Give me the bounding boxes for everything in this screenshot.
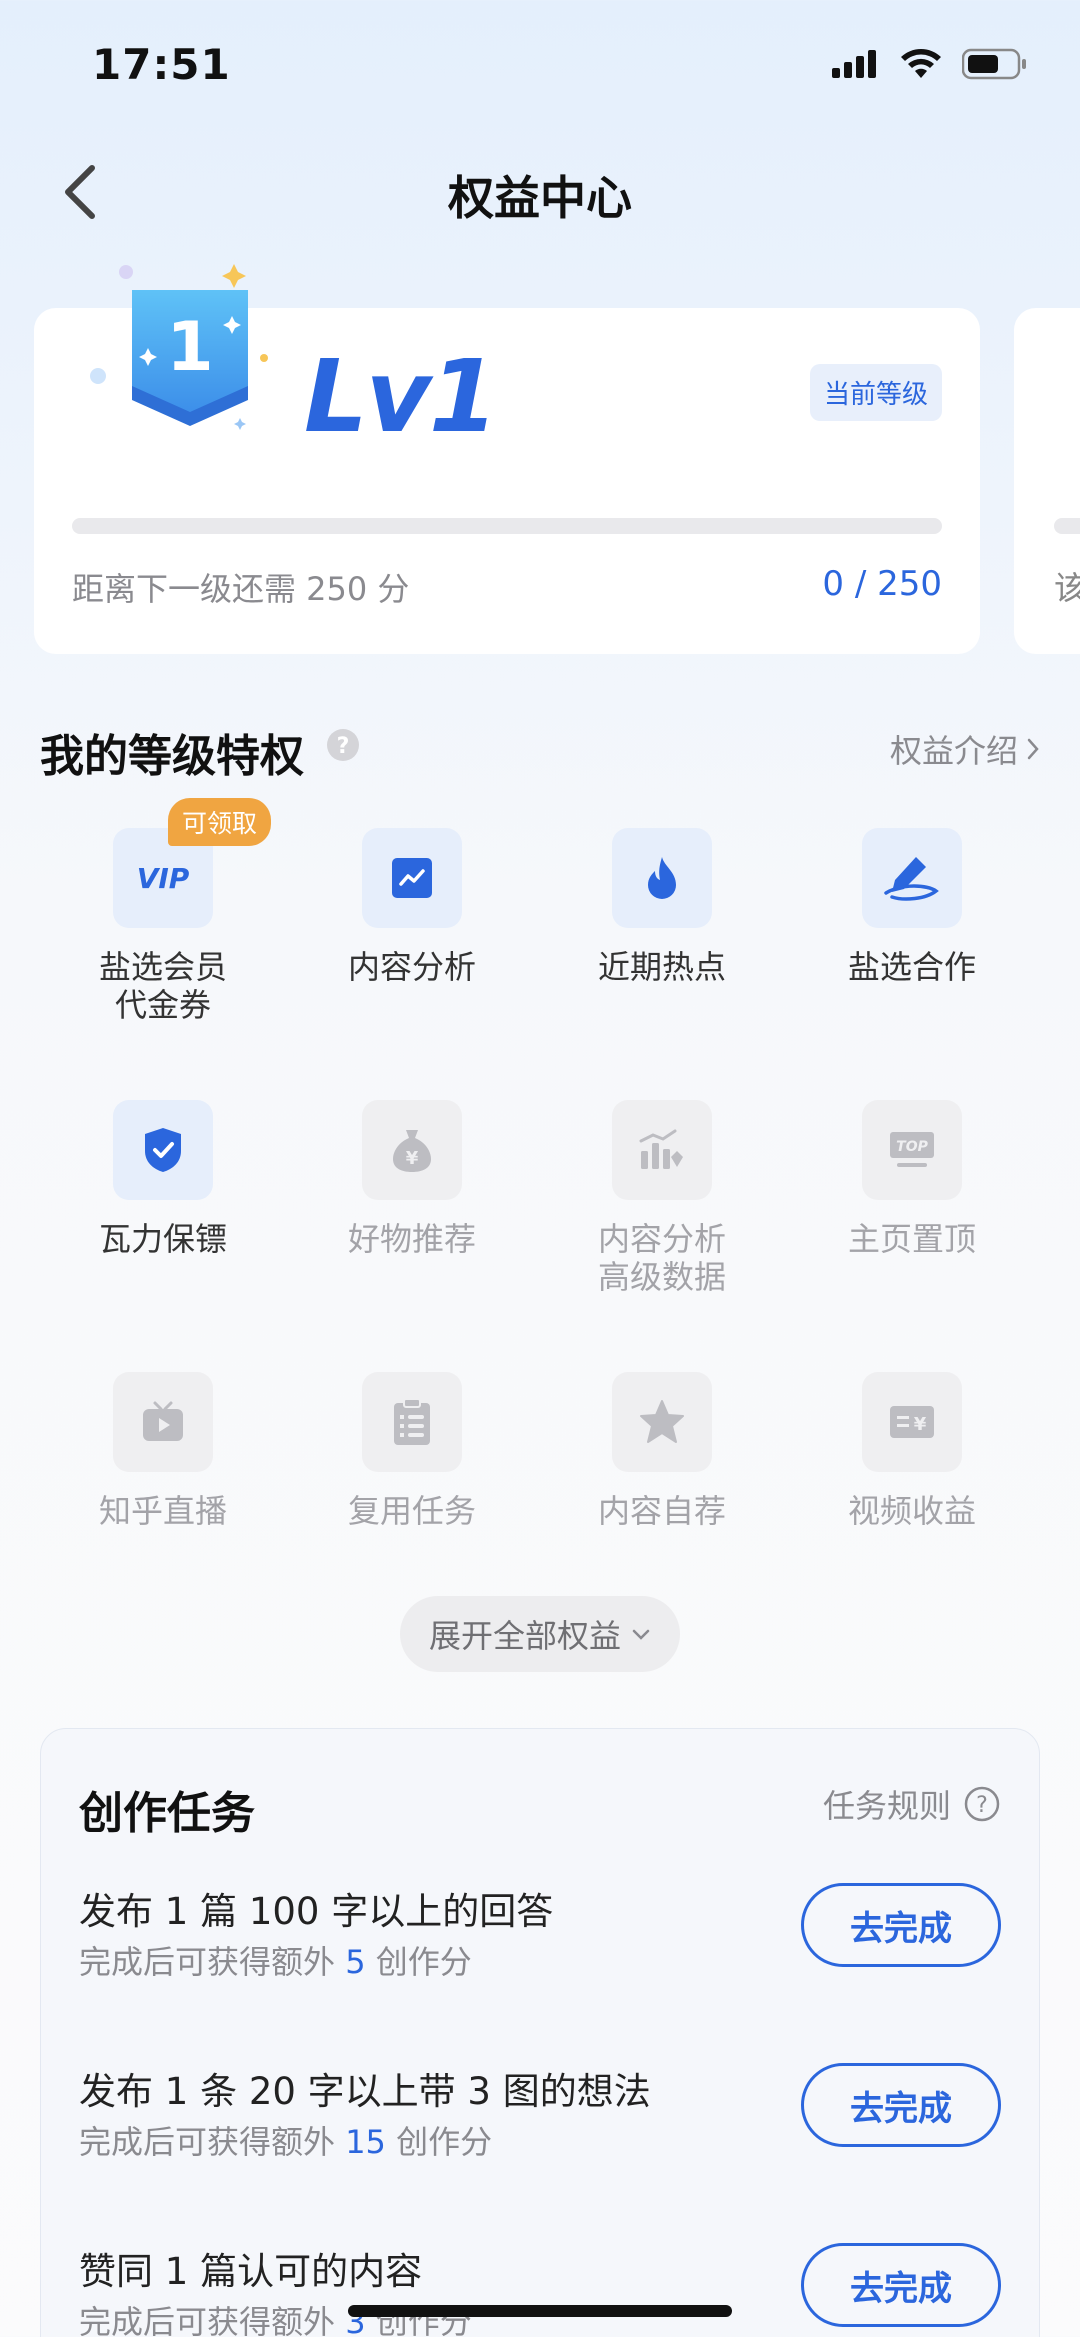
nav-bar: 权益中心 bbox=[0, 140, 1080, 240]
privilege-label: 盐选合作 bbox=[847, 948, 976, 986]
clipboard-icon bbox=[362, 1372, 462, 1472]
task-reward: 完成后可获得额外 3 创作分 bbox=[79, 2297, 472, 2337]
next-level-hint: 该 bbox=[1054, 569, 1080, 607]
privilege-label: 视频收益 bbox=[847, 1492, 976, 1530]
privilege-flame[interactable]: 近期热点 bbox=[537, 828, 787, 986]
go-complete-button[interactable]: 去完成 bbox=[801, 1883, 1001, 1967]
privilege-advanced-chart[interactable]: 内容分析 高级数据 bbox=[537, 1100, 787, 1296]
task-rules-link[interactable]: 任务规则 ? bbox=[823, 1781, 1001, 1827]
privilege-label: 好物推荐 bbox=[347, 1220, 476, 1258]
go-complete-button[interactable]: 去完成 bbox=[801, 2063, 1001, 2147]
progress-value: 0 / 250 bbox=[822, 564, 942, 604]
level-text: Lv1 bbox=[304, 338, 498, 455]
privilege-label: 盐选会员 代金券 bbox=[98, 948, 227, 1024]
privilege-label: 知乎直播 bbox=[98, 1492, 227, 1530]
next-level-card[interactable]: 该 bbox=[1014, 308, 1080, 654]
status-time: 17:51 bbox=[92, 40, 231, 89]
privileges-header: 我的等级特权 ? 权益介绍 bbox=[40, 712, 1040, 782]
star-icon bbox=[612, 1372, 712, 1472]
chevron-right-icon bbox=[1027, 738, 1039, 760]
privilege-label: 复用任务 bbox=[347, 1492, 476, 1530]
task-reward-prefix: 完成后可获得额外 bbox=[79, 2123, 346, 2161]
privilege-label: 主页置顶 bbox=[847, 1220, 976, 1258]
pen-icon bbox=[862, 828, 962, 928]
advanced-chart-icon bbox=[612, 1100, 712, 1200]
task-row: 赞同 1 篇认可的内容 完成后可获得额外 3 创作分 去完成 bbox=[79, 2241, 1001, 2337]
wifi-icon bbox=[900, 48, 942, 84]
task-reward-points: 5 bbox=[345, 1943, 366, 1981]
level-badge-icon: 1 bbox=[84, 258, 304, 468]
svg-text:VIP: VIP bbox=[137, 862, 190, 895]
privilege-label: 内容分析 bbox=[347, 948, 476, 986]
task-name: 发布 1 条 20 字以上带 3 图的想法 bbox=[79, 2070, 651, 2113]
yuan-card-icon: ¥ bbox=[862, 1372, 962, 1472]
claimable-badge: 可领取 bbox=[168, 798, 272, 846]
home-indicator bbox=[348, 2305, 732, 2317]
task-rules-label: 任务规则 bbox=[822, 1787, 951, 1825]
level-progress-bar bbox=[72, 518, 942, 534]
task-reward: 完成后可获得额外 5 创作分 bbox=[79, 1937, 472, 1983]
privilege-chart[interactable]: 内容分析 bbox=[287, 828, 537, 986]
svg-text:¥: ¥ bbox=[914, 1414, 927, 1435]
task-reward-suffix: 创作分 bbox=[385, 2123, 493, 2161]
privilege-label: 内容自荐 bbox=[597, 1492, 726, 1530]
task-reward-prefix: 完成后可获得额外 bbox=[79, 1943, 346, 1981]
task-reward-points: 15 bbox=[345, 2123, 386, 2161]
battery-icon bbox=[961, 48, 1028, 84]
privilege-vip[interactable]: VIP 盐选会员 代金券 可领取 bbox=[38, 798, 288, 1024]
privilege-clipboard[interactable]: 复用任务 bbox=[287, 1372, 537, 1530]
next-level-progress-bar bbox=[1054, 518, 1080, 534]
tasks-title: 创作任务 bbox=[79, 1788, 255, 1839]
privileges-intro-link[interactable]: 权益介绍 bbox=[890, 726, 1040, 772]
privilege-money-bag[interactable]: ¥ 好物推荐 bbox=[287, 1100, 537, 1258]
tv-icon bbox=[113, 1372, 213, 1472]
next-level-hint: 距离下一级还需 250 分 bbox=[72, 570, 410, 608]
chart-icon bbox=[362, 828, 462, 928]
creation-tasks-card: 创作任务 任务规则 ? 发布 1 篇 100 字以上的回答 完成后可获得额外 5 … bbox=[40, 1728, 1040, 2337]
expand-all-label: 展开全部权益 bbox=[428, 1617, 621, 1655]
money-bag-icon: ¥ bbox=[362, 1100, 462, 1200]
privilege-yuan-card[interactable]: ¥ 视频收益 bbox=[787, 1372, 1037, 1530]
shield-icon bbox=[113, 1100, 213, 1200]
privilege-star[interactable]: 内容自荐 bbox=[537, 1372, 787, 1530]
privileges-title: 我的等级特权 bbox=[40, 731, 304, 782]
level-card: 1 Lv1 当前等级 距离下一级还需 250 分 0 / 250 bbox=[34, 264, 980, 654]
svg-text:?: ? bbox=[976, 1793, 988, 1818]
question-circle-icon: ? bbox=[964, 1786, 1000, 1822]
current-level-badge: 当前等级 bbox=[809, 364, 942, 421]
top-icon: TOP bbox=[862, 1100, 962, 1200]
task-name: 发布 1 篇 100 字以上的回答 bbox=[79, 1890, 554, 1933]
svg-text:¥: ¥ bbox=[406, 1148, 419, 1169]
flame-icon bbox=[612, 828, 712, 928]
task-reward-prefix: 完成后可获得额外 bbox=[79, 2303, 346, 2337]
svg-text:TOP: TOP bbox=[896, 1139, 928, 1155]
svg-text:1: 1 bbox=[166, 308, 213, 387]
privilege-shield[interactable]: 瓦力保镖 bbox=[38, 1100, 288, 1258]
task-reward-suffix: 创作分 bbox=[365, 1943, 472, 1981]
privilege-label: 近期热点 bbox=[597, 948, 726, 986]
privilege-label: 瓦力保镖 bbox=[98, 1220, 227, 1258]
status-icons bbox=[832, 48, 1028, 84]
chevron-down-icon bbox=[632, 1629, 650, 1640]
expand-all-button[interactable]: 展开全部权益 bbox=[400, 1596, 680, 1672]
page-title: 权益中心 bbox=[448, 171, 632, 225]
task-row: 发布 1 条 20 字以上带 3 图的想法 完成后可获得额外 15 创作分 去完成 bbox=[79, 2061, 1001, 2191]
go-complete-button[interactable]: 去完成 bbox=[801, 2243, 1001, 2327]
task-row: 发布 1 篇 100 字以上的回答 完成后可获得额外 5 创作分 去完成 bbox=[79, 1881, 1001, 2011]
privilege-top[interactable]: TOP 主页置顶 bbox=[787, 1100, 1037, 1258]
help-icon[interactable]: ? bbox=[326, 728, 360, 766]
privilege-label: 内容分析 高级数据 bbox=[597, 1220, 726, 1296]
privilege-pen[interactable]: 盐选合作 bbox=[787, 828, 1037, 986]
svg-text:?: ? bbox=[337, 734, 350, 759]
task-reward: 完成后可获得额外 15 创作分 bbox=[79, 2117, 492, 2163]
status-bar: 17:51 bbox=[0, 0, 1080, 130]
cellular-signal-icon bbox=[832, 48, 880, 84]
task-name: 赞同 1 篇认可的内容 bbox=[79, 2250, 423, 2293]
privileges-intro-label: 权益介绍 bbox=[889, 732, 1018, 770]
privilege-tv[interactable]: 知乎直播 bbox=[38, 1372, 288, 1530]
